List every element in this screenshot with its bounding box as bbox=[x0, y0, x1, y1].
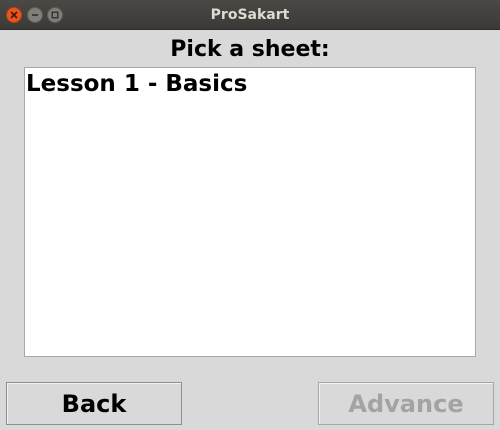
window-title: ProSakart bbox=[210, 7, 290, 23]
page-heading: Pick a sheet: bbox=[170, 37, 330, 62]
title-bar[interactable]: ProSakart bbox=[0, 0, 500, 30]
sheet-listbox[interactable]: Lesson 1 - Basics bbox=[24, 67, 476, 357]
app-window: ProSakart Pick a sheet: Lesson 1 - Basic… bbox=[0, 0, 500, 430]
advance-button[interactable]: Advance bbox=[318, 382, 494, 425]
list-item[interactable]: Lesson 1 - Basics bbox=[25, 68, 475, 100]
back-button[interactable]: Back bbox=[6, 382, 182, 425]
